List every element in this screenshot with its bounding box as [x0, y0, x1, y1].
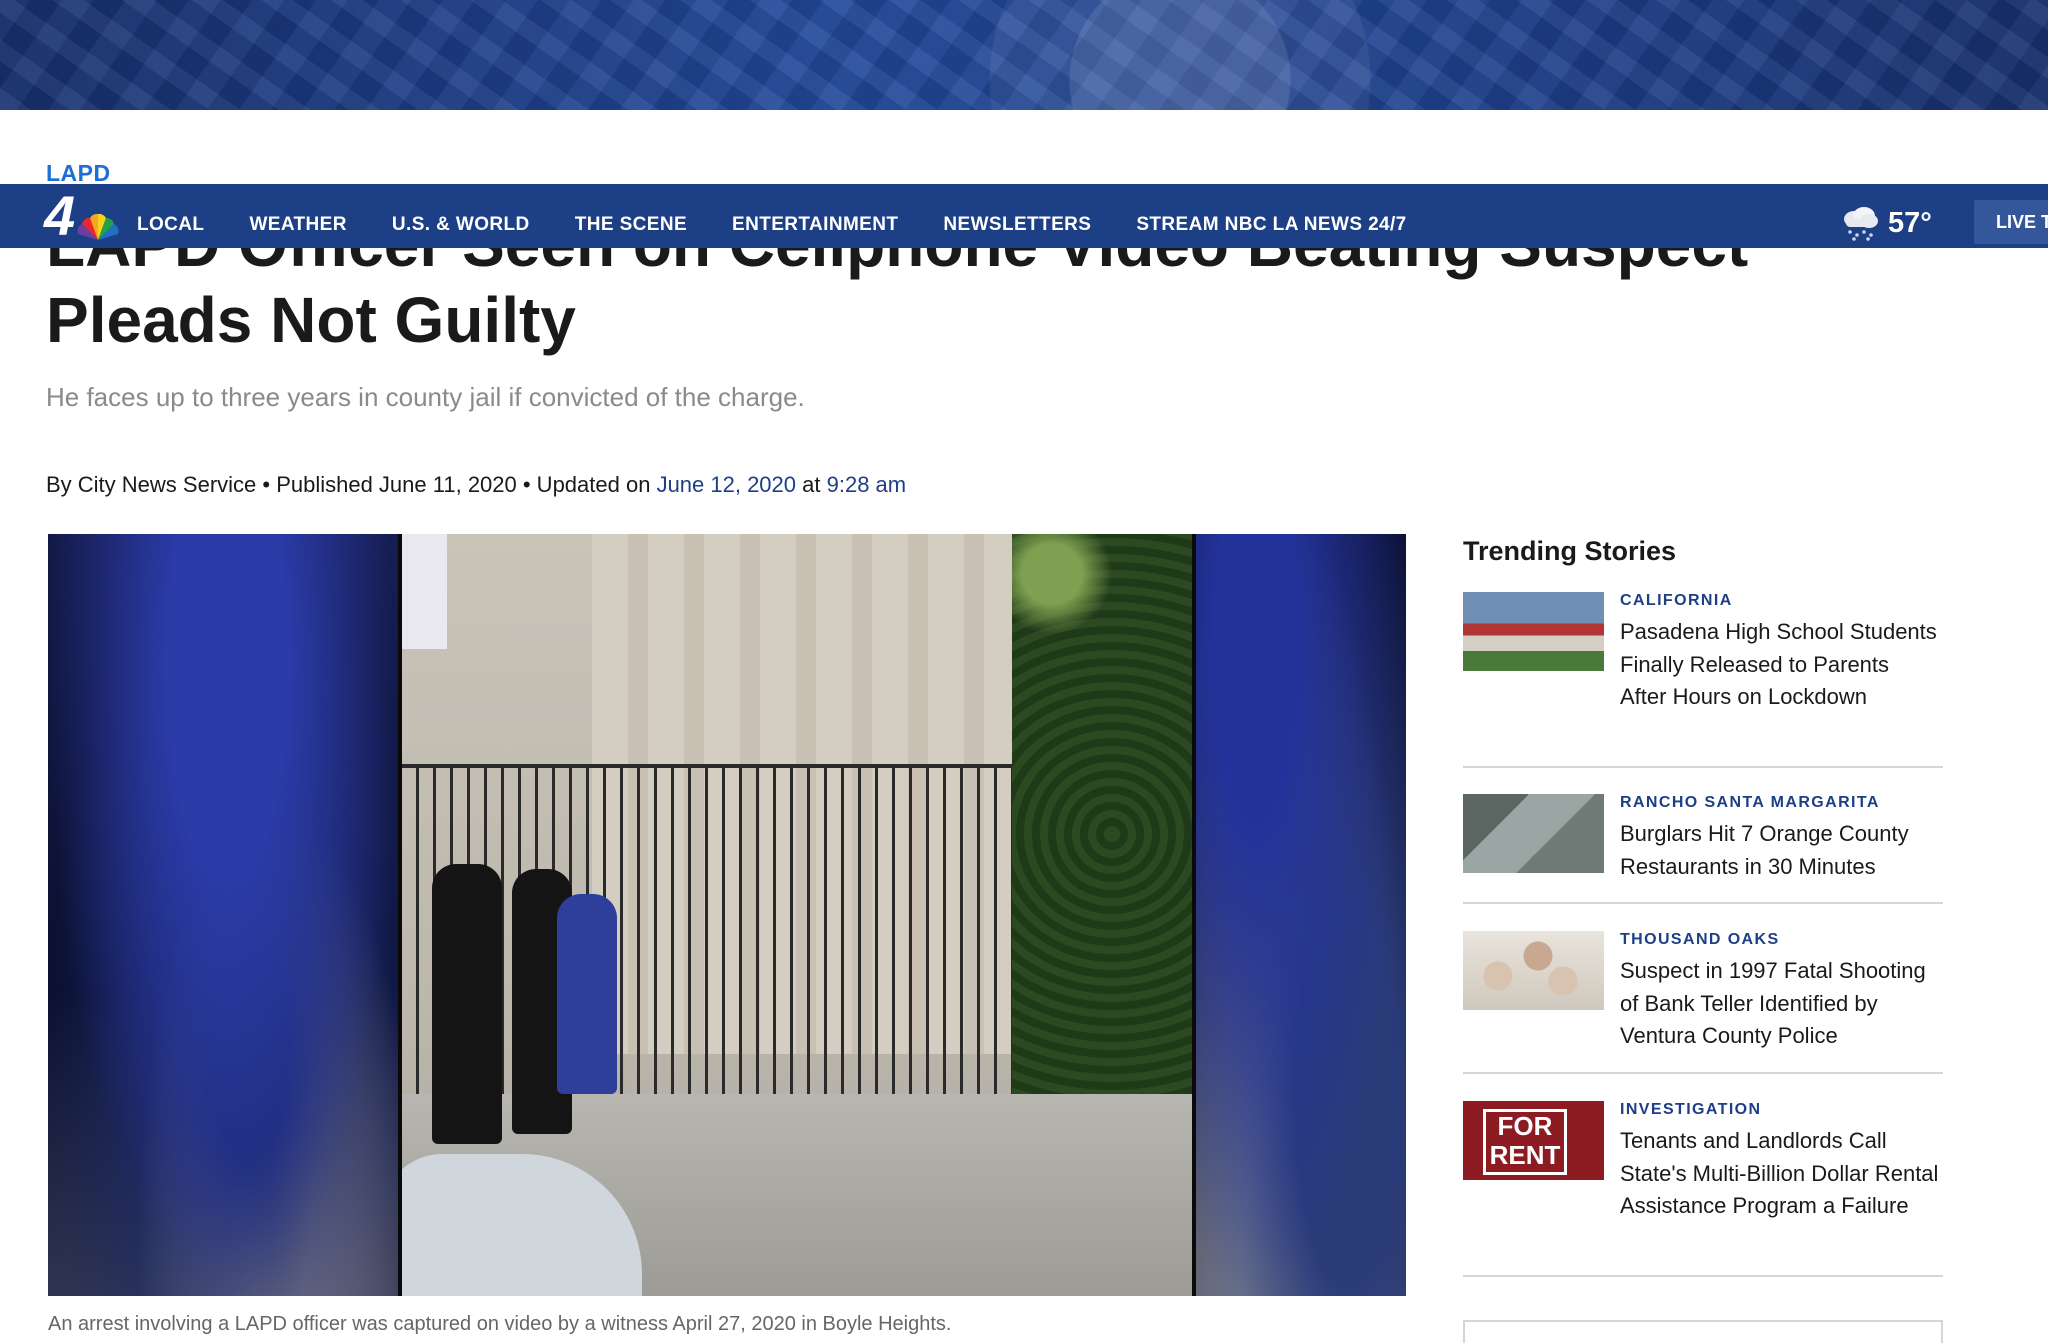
trending-category[interactable]: INVESTIGATION: [1620, 1101, 1761, 1119]
trending-headline[interactable]: Suspect in 1997 Fatal Shooting of Bank T…: [1620, 955, 1940, 1053]
rain-cloud-icon: [1844, 207, 1878, 241]
nav-item-local[interactable]: LOCAL: [137, 196, 204, 236]
scene-suspect: [557, 894, 617, 1094]
hero-blur-right: [1196, 534, 1406, 1296]
trending-thumbnail[interactable]: FOR RENT: [1463, 1101, 1604, 1180]
trending-category[interactable]: THOUSAND OAKS: [1620, 931, 1780, 949]
peacock-icon: [77, 213, 119, 240]
weather-widget[interactable]: 57°: [1840, 184, 1932, 248]
updated-date[interactable]: June 12, 2020: [657, 472, 796, 497]
trending-category[interactable]: RANCHO SANTA MARGARITA: [1620, 794, 1880, 812]
nav-menu: LOCAL WEATHER U.S. & WORLD THE SCENE ENT…: [137, 184, 1452, 248]
nav-item-the-scene[interactable]: THE SCENE: [575, 196, 687, 236]
scene-officer-1: [432, 864, 502, 1144]
trending-category[interactable]: CALIFORNIA: [1620, 592, 1733, 610]
nav-item-weather[interactable]: WEATHER: [249, 196, 346, 236]
image-caption: An arrest involving a LAPD officer was c…: [48, 1313, 952, 1335]
article-subtitle: He faces up to three years in county jai…: [46, 382, 805, 412]
hero-video-image[interactable]: [48, 534, 1406, 1296]
live-tv-button[interactable]: LIVE TV: [1974, 200, 2048, 244]
section-label[interactable]: LAPD: [46, 160, 111, 187]
trending-title: Trending Stories: [1463, 536, 1677, 566]
nav-item-newsletters[interactable]: NEWSLETTERS: [943, 196, 1091, 236]
updated-time[interactable]: 9:28 am: [827, 472, 907, 497]
main-navigation: 4 LOCAL WEATHER U.S. & WORLD THE SCENE E…: [0, 184, 2048, 248]
nbc4-logo[interactable]: 4: [40, 184, 120, 248]
for-rent-sign: FOR RENT: [1483, 1109, 1567, 1175]
trending-item[interactable]: RANCHO SANTA MARGARITA Burglars Hit 7 Or…: [1463, 794, 1943, 904]
article-byline: By City News Service • Published June 11…: [46, 472, 906, 498]
nav-item-entertainment[interactable]: ENTERTAINMENT: [732, 196, 898, 236]
trending-headline[interactable]: Burglars Hit 7 Orange County Restaurants…: [1620, 818, 1940, 883]
nav-item-us-world[interactable]: U.S. & WORLD: [392, 196, 530, 236]
hero-scene: [398, 534, 1196, 1296]
byline-prefix: By City News Service • Published June 11…: [46, 472, 657, 497]
trending-item[interactable]: CALIFORNIA Pasadena High School Students…: [1463, 592, 1943, 768]
trending-headline[interactable]: Tenants and Landlords Call State's Multi…: [1620, 1125, 1940, 1223]
trending-thumbnail[interactable]: [1463, 794, 1604, 873]
weather-temperature: 57°: [1888, 206, 1932, 239]
trending-item[interactable]: THOUSAND OAKS Suspect in 1997 Fatal Shoo…: [1463, 931, 1943, 1074]
hero-blur-left: [48, 534, 398, 1296]
trending-item[interactable]: FOR RENT INVESTIGATION Tenants and Landl…: [1463, 1101, 1943, 1277]
top-banner: [0, 0, 2048, 110]
nav-item-stream[interactable]: STREAM NBC LA NEWS 24/7: [1136, 196, 1406, 236]
trending-thumbnail[interactable]: [1463, 931, 1604, 1010]
byline-at: at: [796, 472, 827, 497]
trending-thumbnail[interactable]: [1463, 592, 1604, 671]
sidebar-next-card: [1463, 1320, 1943, 1343]
channel-4-logo-mark: 4: [44, 184, 76, 247]
trending-headline[interactable]: Pasadena High School Students Finally Re…: [1620, 616, 1940, 714]
scene-sign: [402, 534, 447, 649]
